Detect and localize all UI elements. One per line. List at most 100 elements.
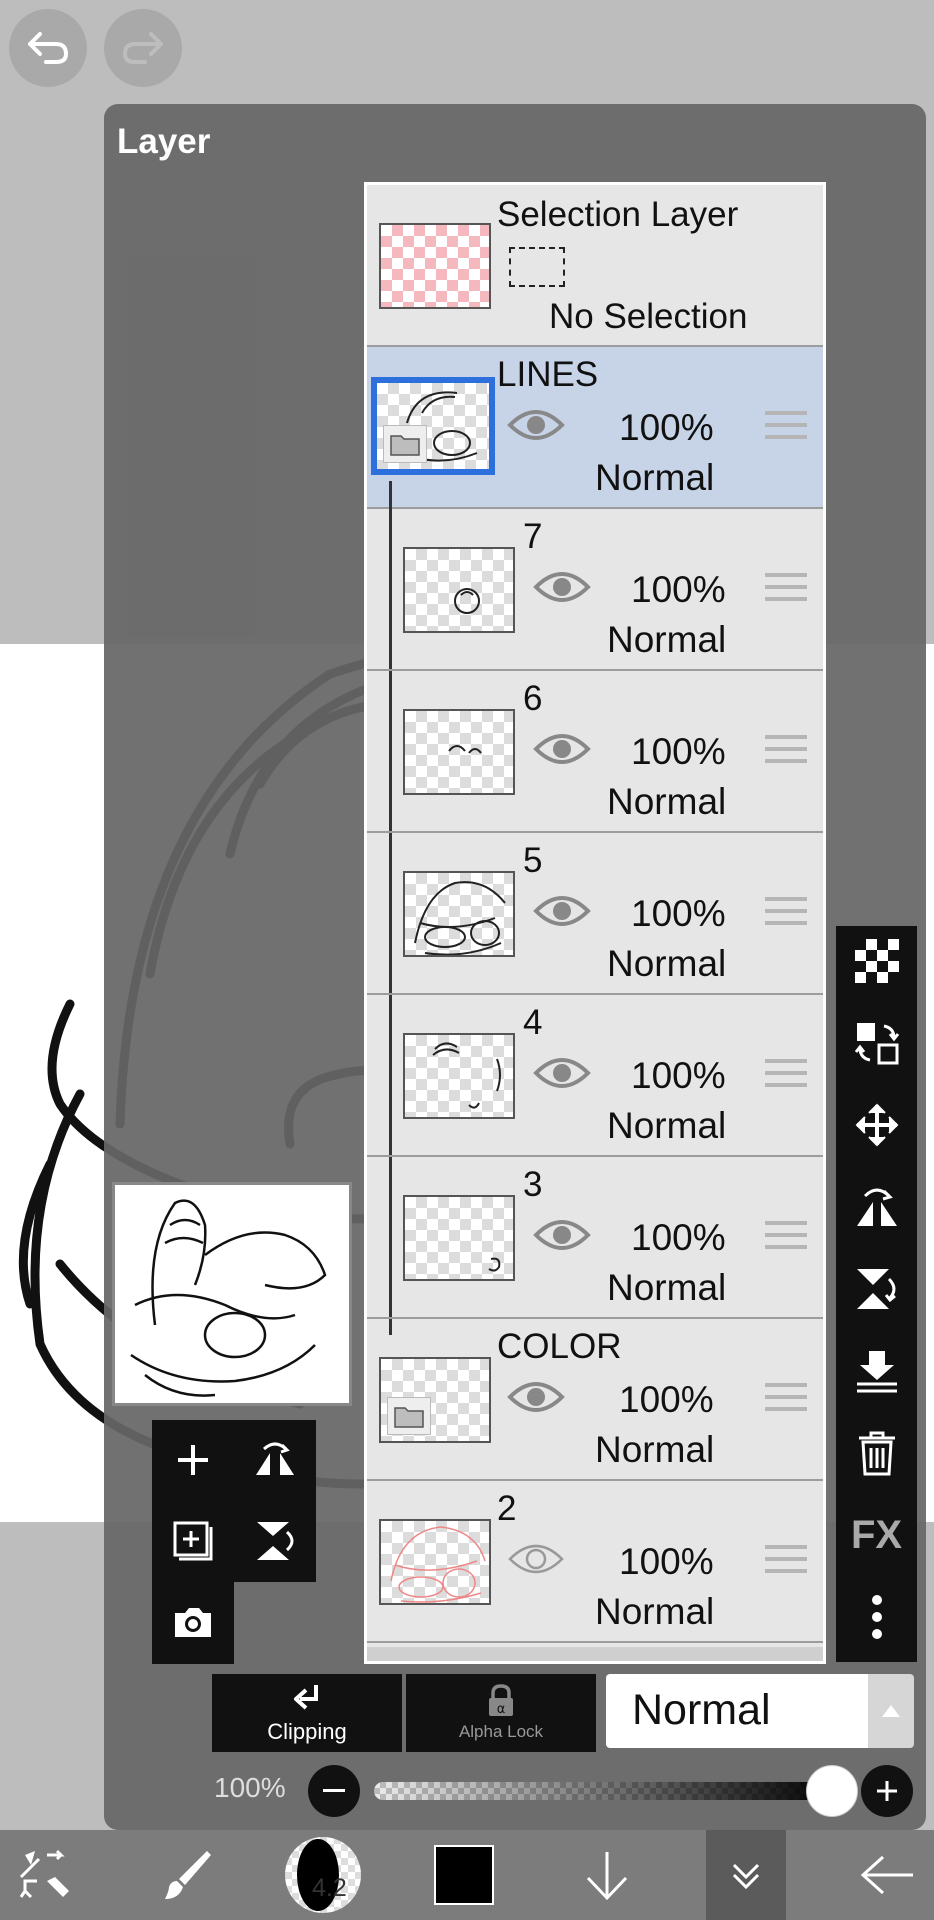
flip-vertical-icon	[257, 1522, 294, 1560]
canvas-preview	[112, 1182, 352, 1406]
clipping-label: Clipping	[267, 1719, 347, 1744]
camera-icon	[175, 1608, 211, 1637]
layer-blend-mode: Normal	[607, 1267, 727, 1308]
blend-mode-dropdown-button[interactable]	[868, 1674, 914, 1748]
eye-hidden-icon[interactable]	[507, 1539, 565, 1579]
selection-layer-row[interactable]: Selection Layer No Selection	[367, 185, 823, 347]
layer-thumbnail	[379, 1357, 491, 1443]
transform-tool-button[interactable]	[0, 1830, 94, 1920]
layer-swap-button[interactable]	[836, 1008, 917, 1078]
undo-button[interactable]	[9, 9, 87, 87]
back-arrow-icon	[860, 1855, 913, 1895]
eye-icon[interactable]	[533, 1053, 591, 1093]
layer-row-2[interactable]: 2 100% Normal	[367, 1481, 823, 1643]
more-icon	[871, 1595, 882, 1639]
layer-swap-icon	[854, 1023, 899, 1065]
brush-tool-button[interactable]	[140, 1830, 234, 1920]
merge-down-icon	[856, 1351, 897, 1393]
layer-opacity: 100%	[631, 893, 726, 934]
selection-status: No Selection	[549, 297, 748, 336]
eye-icon[interactable]	[533, 1215, 591, 1255]
bottom-toolbar	[0, 1830, 934, 1920]
layer-name: 5	[523, 841, 543, 880]
eye-icon[interactable]	[507, 1377, 565, 1417]
minus-icon	[323, 1789, 345, 1792]
flip-horizontal-icon	[256, 1442, 294, 1475]
redo-button[interactable]	[104, 9, 182, 87]
eye-icon[interactable]	[533, 891, 591, 931]
opacity-slider-thumb[interactable]	[806, 1765, 858, 1817]
layer-thumbnail	[403, 1195, 515, 1281]
layer-name: 7	[523, 517, 543, 556]
transparency-button[interactable]	[836, 926, 917, 996]
color-swatch-button[interactable]	[432, 1830, 496, 1920]
layer-thumbnail	[403, 871, 515, 957]
flip-layer-button[interactable]	[234, 1420, 316, 1500]
folder-icon	[383, 425, 427, 463]
clipping-button[interactable]: Clipping	[212, 1674, 402, 1752]
drag-handle-icon[interactable]	[765, 897, 807, 931]
layer-panel-toggle-button[interactable]	[706, 1830, 786, 1920]
undo-icon	[28, 32, 68, 64]
delete-layer-button[interactable]	[836, 1418, 917, 1488]
merge-down-button[interactable]	[836, 1336, 917, 1406]
add-layer-button[interactable]	[152, 1420, 234, 1500]
trash-icon	[858, 1431, 895, 1476]
blend-mode-value: Normal	[632, 1686, 771, 1734]
more-options-button[interactable]	[836, 1582, 917, 1652]
panel-title: Layer	[117, 122, 211, 161]
layer-blend-mode: Normal	[607, 619, 727, 660]
color-swatch	[434, 1845, 494, 1905]
layer-row-7[interactable]: 7 100% Normal	[367, 509, 823, 671]
layer-down-button[interactable]	[566, 1830, 648, 1920]
flip-horizontal-button[interactable]	[836, 1172, 917, 1242]
redo-icon	[123, 32, 163, 64]
layer-opacity: 100%	[631, 731, 726, 772]
layer-row-5[interactable]: 5 100% Normal	[367, 833, 823, 995]
back-button[interactable]	[840, 1830, 934, 1920]
move-button[interactable]	[836, 1090, 917, 1160]
move-icon	[855, 1103, 898, 1147]
fx-button[interactable]: FX	[836, 1500, 917, 1570]
layer-blend-mode: Normal	[595, 1591, 715, 1632]
flip-horizontal-icon	[856, 1188, 897, 1226]
layer-row-color[interactable]: COLOR 100% Normal	[367, 1319, 823, 1481]
flip-vertical-button[interactable]	[836, 1254, 917, 1324]
lock-icon: α	[489, 1684, 513, 1717]
blend-mode-select[interactable]: Normal	[606, 1674, 870, 1748]
right-toolbar: FX	[836, 926, 917, 1662]
layer-list[interactable]: Selection Layer No Selection LINES 100% …	[364, 182, 826, 1664]
import-photo-button[interactable]	[152, 1582, 234, 1664]
layer-thumbnail	[379, 1519, 491, 1605]
layer-blend-mode: Normal	[607, 943, 727, 984]
drag-handle-icon[interactable]	[765, 1059, 807, 1093]
eye-icon[interactable]	[533, 729, 591, 769]
layer-opacity: 100%	[619, 1379, 714, 1420]
selection-layer-name: Selection Layer	[497, 195, 739, 234]
drag-handle-icon[interactable]	[765, 573, 807, 607]
eye-icon[interactable]	[533, 567, 591, 607]
alpha-lock-button[interactable]: α Alpha Lock	[406, 1674, 596, 1752]
flip-vertical-button[interactable]	[234, 1500, 316, 1582]
opacity-decrease-button[interactable]	[308, 1765, 360, 1817]
chevron-double-down-icon	[732, 1863, 760, 1890]
drag-handle-icon[interactable]	[765, 1221, 807, 1255]
opacity-slider[interactable]	[374, 1782, 838, 1800]
drag-handle-icon[interactable]	[765, 1545, 807, 1579]
layer-row-4[interactable]: 4 100% Normal	[367, 995, 823, 1157]
folder-icon	[387, 1397, 431, 1435]
layer-row-6[interactable]: 6 100% Normal	[367, 671, 823, 833]
drag-handle-icon[interactable]	[765, 1383, 807, 1417]
layer-opacity: 100%	[631, 1217, 726, 1258]
transform-tool-icon	[19, 1849, 69, 1899]
layer-opacity: 100%	[631, 1055, 726, 1096]
eye-icon[interactable]	[507, 405, 565, 445]
layer-row-lines[interactable]: LINES 100% Normal	[367, 347, 823, 509]
clipping-icon	[294, 1685, 318, 1710]
selection-layer-thumbnail	[379, 223, 491, 309]
layer-row-3[interactable]: 3 100% Normal	[367, 1157, 823, 1319]
drag-handle-icon[interactable]	[765, 735, 807, 769]
opacity-increase-button[interactable]	[861, 1765, 913, 1817]
drag-handle-icon[interactable]	[765, 411, 807, 445]
duplicate-layer-button[interactable]	[152, 1500, 234, 1582]
